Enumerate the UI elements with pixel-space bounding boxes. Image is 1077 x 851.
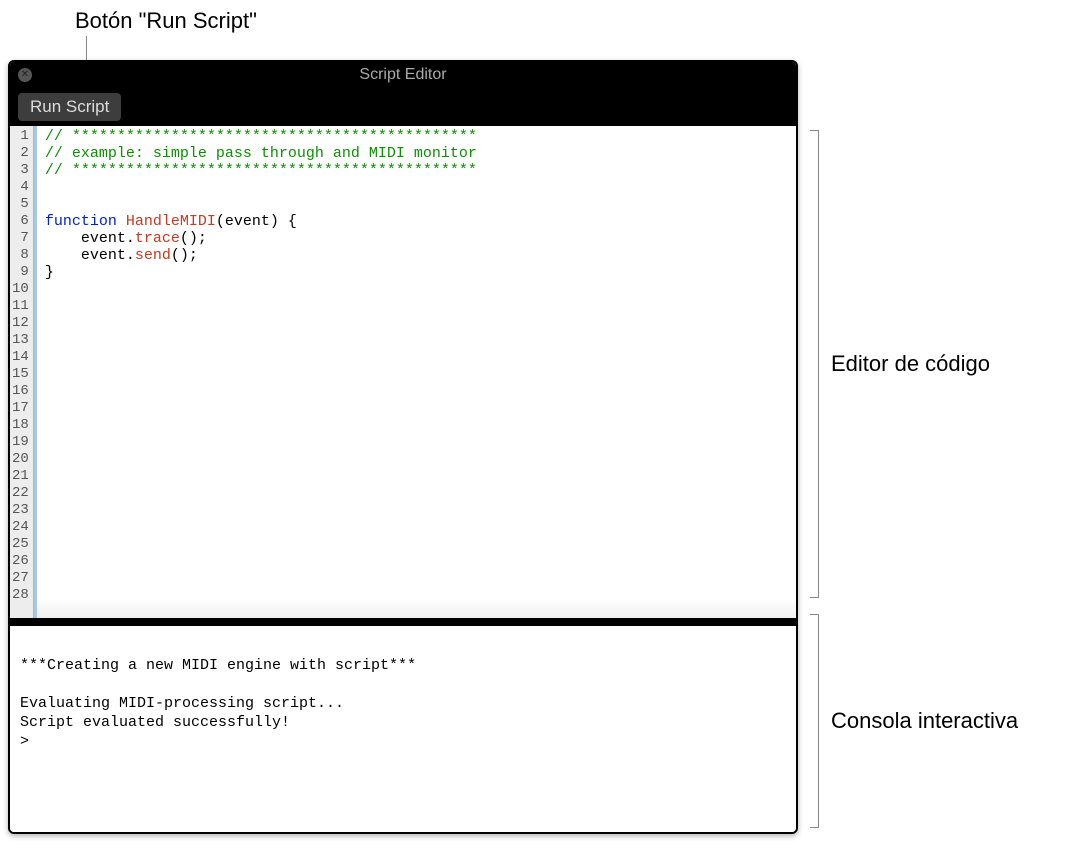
interactive-console[interactable]: ***Creating a new MIDI engine with scrip…	[10, 622, 796, 832]
callout-console: Consola interactiva	[805, 614, 1018, 828]
script-editor-window: ✕ Script Editor Run Script 1 2 3 4 5 6 7…	[8, 60, 798, 834]
code-area[interactable]: // *************************************…	[34, 126, 796, 618]
callout-run-button-label: Botón "Run Script"	[75, 8, 257, 34]
callout-console-label: Consola interactiva	[831, 708, 1018, 734]
line-number-gutter: 1 2 3 4 5 6 7 8 9 10 11 12 13 14 15 16 1…	[10, 126, 34, 618]
toolbar: Run Script	[10, 88, 796, 126]
callout-bracket	[805, 130, 819, 598]
code-editor[interactable]: 1 2 3 4 5 6 7 8 9 10 11 12 13 14 15 16 1…	[10, 126, 796, 622]
callout-editor-label: Editor de código	[831, 351, 990, 377]
callout-bracket	[805, 614, 819, 828]
run-script-button[interactable]: Run Script	[18, 93, 121, 121]
window-title: Script Editor	[10, 66, 796, 84]
titlebar: ✕ Script Editor	[10, 62, 796, 88]
callout-editor: Editor de código	[805, 130, 990, 598]
callout-run-button-line	[86, 36, 87, 62]
